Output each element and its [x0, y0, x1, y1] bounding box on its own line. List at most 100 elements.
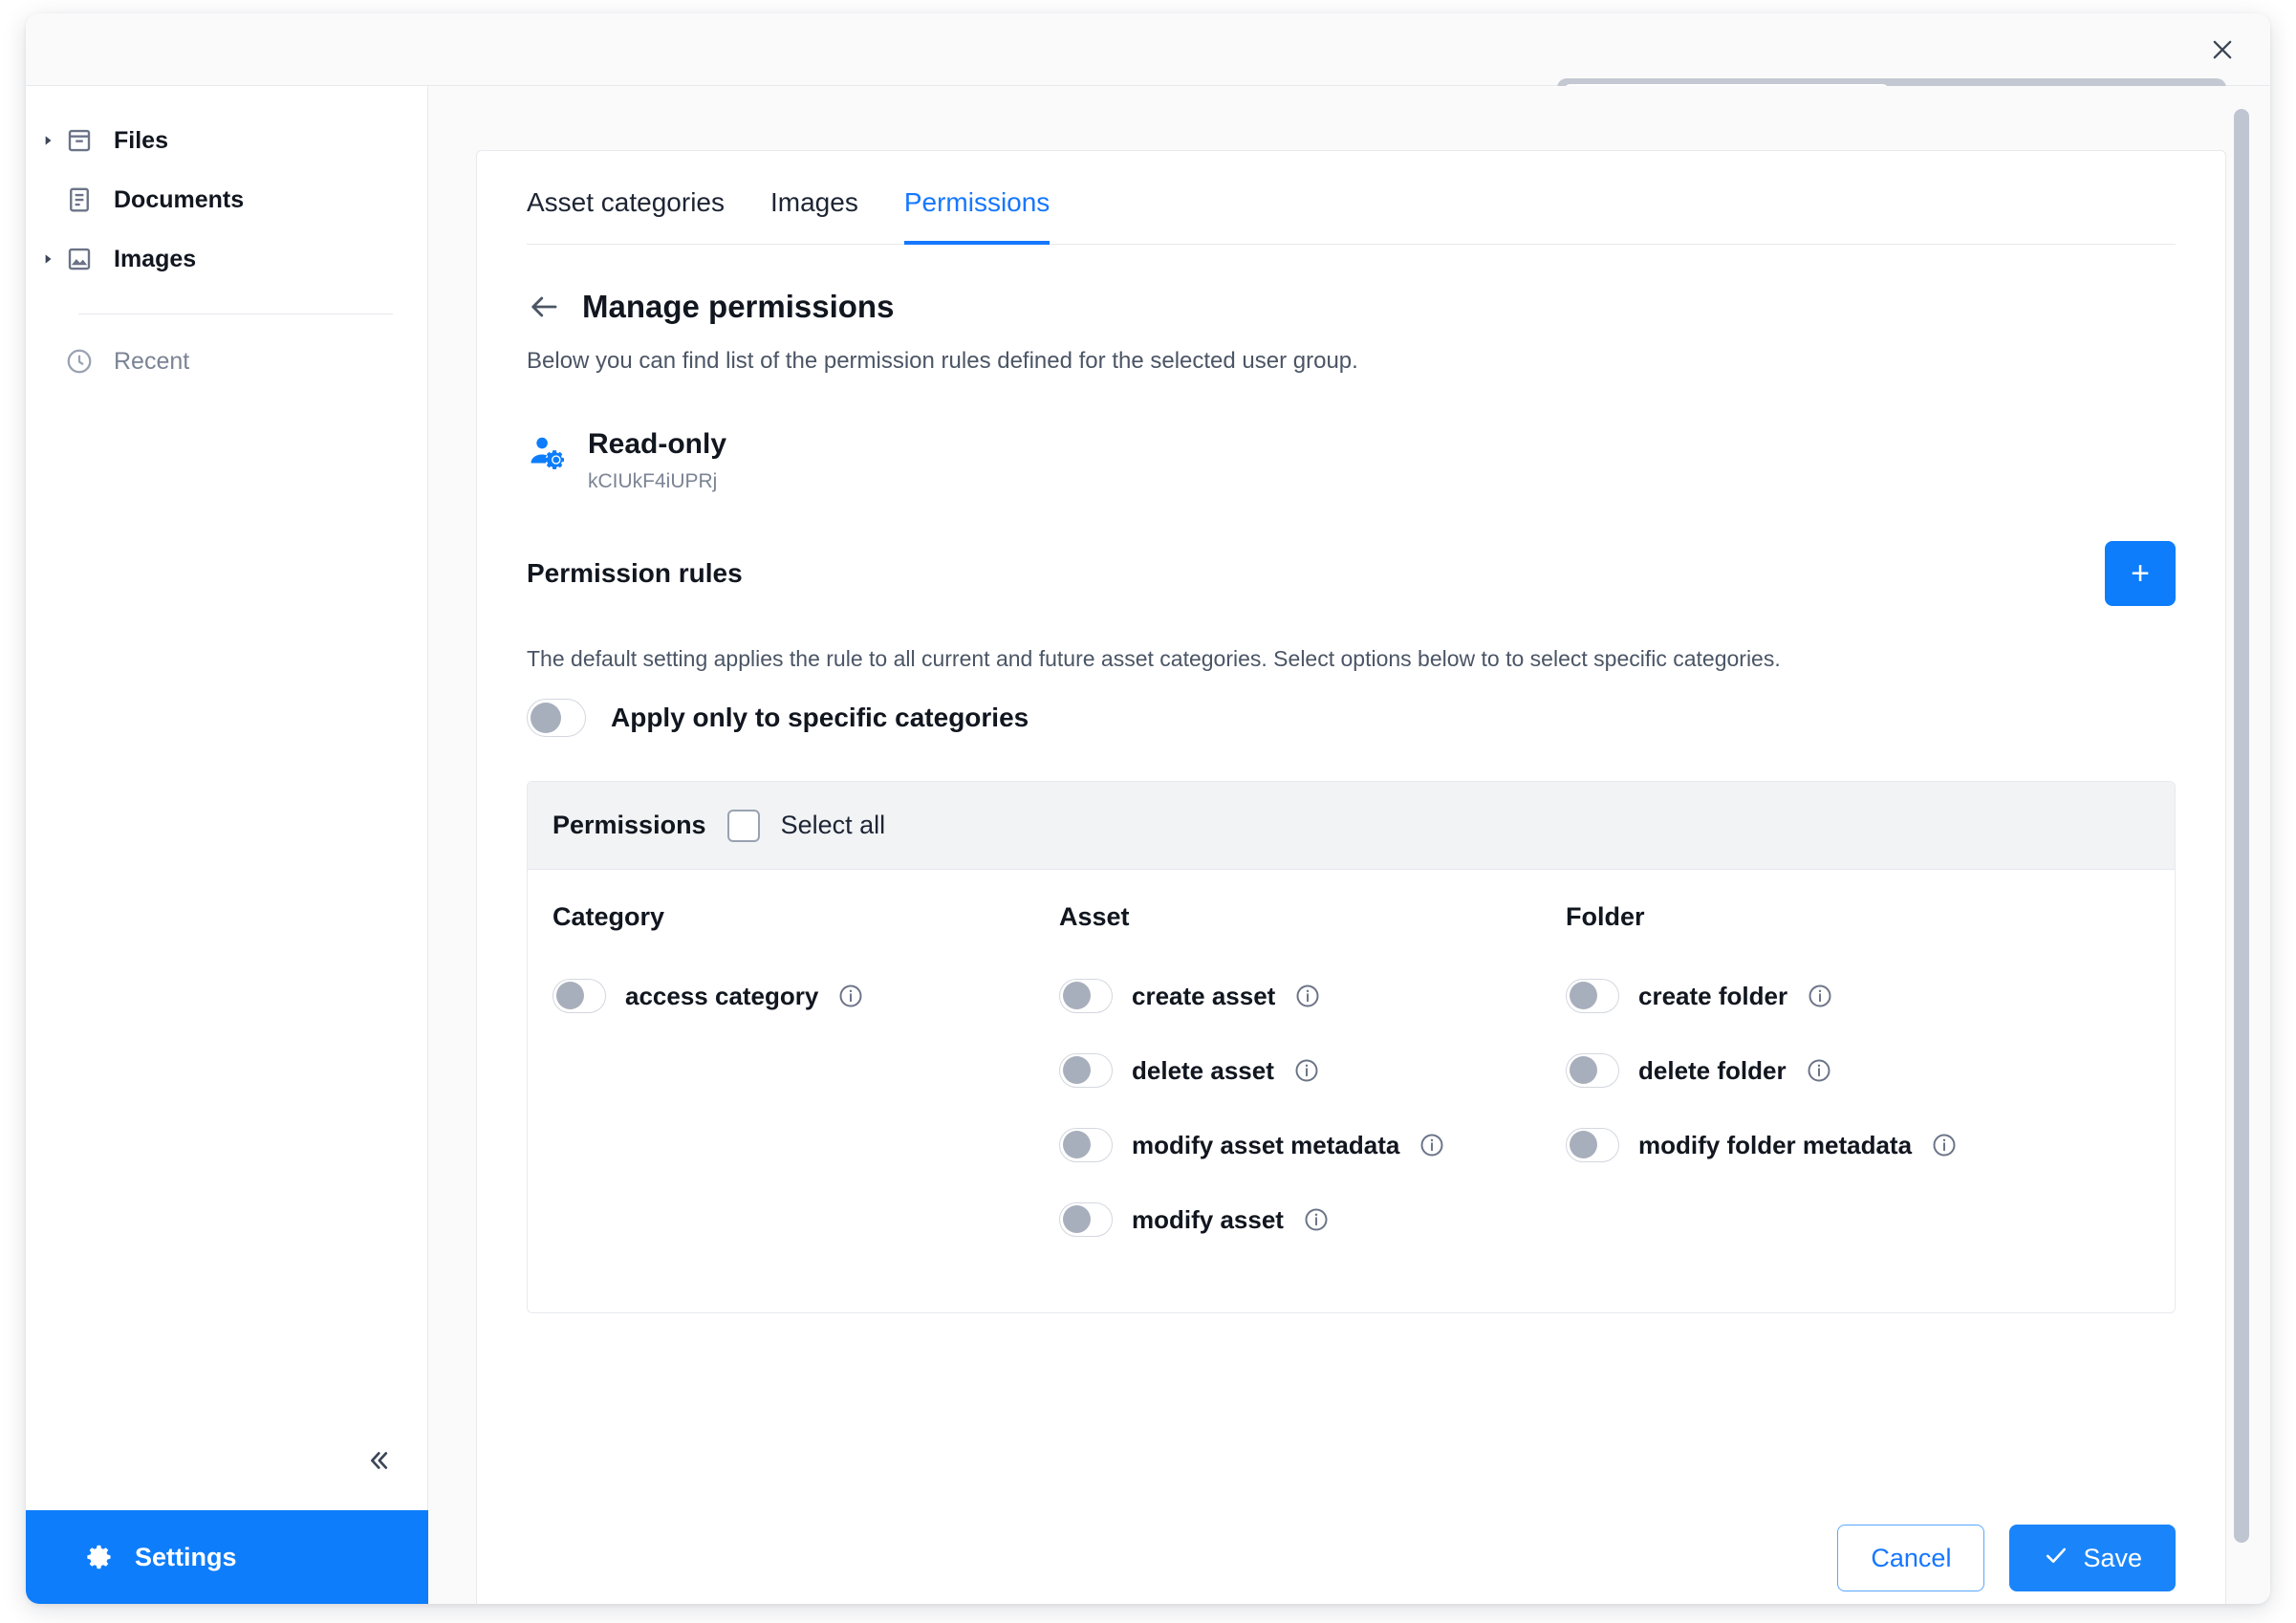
permissions-column-asset: Asset create asset delete asset modify a…	[1059, 902, 1566, 1257]
archive-icon	[64, 125, 95, 156]
user-group-summary: Read-only kCIUkF4iUPRj	[477, 375, 2225, 493]
arrow-left-icon[interactable]	[527, 290, 561, 324]
permission-row-create-asset: create asset	[1059, 959, 1566, 1033]
toggle-knob	[556, 982, 584, 1009]
permission-row-modify-folder-metadata: modify folder metadata	[1566, 1108, 2072, 1182]
toggle-delete-asset[interactable]	[1059, 1053, 1113, 1088]
sidebar-item-settings[interactable]: Settings	[26, 1510, 428, 1604]
page-title: Manage permissions	[582, 289, 895, 324]
select-all-checkbox[interactable]	[726, 809, 760, 842]
permission-rules-section: Permission rules + The default setting a…	[477, 541, 2225, 737]
apply-specific-categories-label: Apply only to specific categories	[611, 703, 1029, 732]
sidebar-nav-list: Files Documents Images Recent	[26, 86, 427, 391]
toggle-knob	[531, 703, 561, 733]
column-title-folder: Folder	[1566, 902, 1645, 931]
tab-images[interactable]: Images	[770, 187, 858, 245]
permission-row-delete-folder: delete folder	[1566, 1033, 2072, 1108]
close-icon[interactable]	[2199, 27, 2245, 73]
page-subtitle: Below you can find list of the permissio…	[527, 348, 1358, 374]
toggle-delete-folder[interactable]	[1566, 1053, 1619, 1088]
toggle-knob	[1063, 1131, 1091, 1158]
info-icon[interactable]	[1293, 1057, 1320, 1084]
page-header: Manage permissions Below you can find li…	[477, 245, 2225, 375]
sidebar-item-recent-label: Recent	[114, 347, 190, 375]
sidebar-item-documents-label: Documents	[114, 185, 245, 213]
sidebar-item-images[interactable]: Images	[26, 229, 427, 289]
permissions-columns: Category access category Asset create as…	[528, 870, 2175, 1312]
toggle-create-folder[interactable]	[1566, 979, 1619, 1013]
sidebar-item-files[interactable]: Files	[26, 111, 427, 170]
clock-icon	[64, 346, 95, 377]
tab-permissions[interactable]: Permissions	[903, 187, 1051, 245]
cancel-button[interactable]: Cancel	[1837, 1525, 1985, 1591]
toggle-knob	[1570, 1056, 1597, 1084]
toggle-knob	[1570, 1131, 1597, 1158]
permission-label: create folder	[1638, 981, 1788, 1010]
scrollbar-thumb[interactable]	[2234, 109, 2249, 1543]
info-icon[interactable]	[1419, 1132, 1445, 1158]
user-group-id: kCIUkF4iUPRj	[588, 470, 718, 492]
toggle-modify-folder-metadata[interactable]	[1566, 1128, 1619, 1162]
back-row: Manage permissions	[527, 289, 2176, 325]
save-button[interactable]: Save	[2009, 1525, 2176, 1591]
user-group-name: Read-only	[588, 428, 727, 460]
toggle-knob	[1063, 1056, 1091, 1084]
check-icon	[2043, 1542, 2069, 1575]
permission-row-access-category: access category	[552, 959, 1059, 1033]
save-button-label: Save	[2083, 1543, 2142, 1572]
tab-asset-categories[interactable]: Asset categories	[527, 187, 725, 245]
permission-label: delete folder	[1638, 1055, 1787, 1085]
permission-row-delete-asset: delete asset	[1059, 1033, 1566, 1108]
permission-label: create asset	[1132, 981, 1276, 1010]
window-titlebar	[26, 13, 2270, 86]
sidebar-item-documents[interactable]: Documents	[26, 170, 427, 229]
chevron-double-left-icon[interactable]	[357, 1439, 399, 1482]
permissions-panel-title: Permissions	[552, 811, 706, 839]
sidebar-item-recent[interactable]: Recent	[26, 332, 427, 391]
apply-specific-categories-row: Apply only to specific categories	[527, 699, 2176, 737]
toggle-knob	[1063, 982, 1091, 1009]
sidebar-item-settings-label: Settings	[135, 1542, 237, 1571]
permission-label: modify folder metadata	[1638, 1130, 1913, 1159]
chevron-right-icon[interactable]	[41, 134, 60, 147]
select-all-label: Select all	[780, 811, 886, 839]
permission-row-modify-asset: modify asset	[1059, 1182, 1566, 1257]
info-icon[interactable]	[837, 983, 864, 1009]
user-settings-icon	[527, 432, 567, 472]
toggle-knob	[1570, 982, 1597, 1009]
app-window: Workspace settings Superadmin	[26, 13, 2270, 1604]
main-scrollbar[interactable]	[2234, 109, 2249, 1547]
toggle-modify-asset-metadata[interactable]	[1059, 1128, 1113, 1162]
main-content: Asset categories Images Permissions Mana…	[428, 86, 2270, 1604]
add-rule-button[interactable]: +	[2105, 541, 2176, 606]
tab-asset-categories-label: Asset categories	[527, 187, 725, 217]
tab-images-label: Images	[770, 187, 858, 217]
info-icon[interactable]	[1303, 1206, 1330, 1233]
image-icon	[64, 244, 95, 274]
card-footer: Cancel Save	[1837, 1525, 2176, 1591]
column-title-asset: Asset	[1059, 902, 1130, 931]
permission-rules-header: Permission rules +	[527, 541, 2176, 606]
permission-label: modify asset	[1132, 1204, 1284, 1234]
column-title-category: Category	[552, 902, 665, 931]
document-icon	[64, 184, 95, 215]
sidebar: Files Documents Images Recent Settings	[26, 86, 428, 1604]
permissions-panel: Permissions Select all Category access c…	[527, 781, 2176, 1313]
info-icon[interactable]	[1294, 983, 1321, 1009]
permissions-card: Asset categories Images Permissions Mana…	[476, 150, 2226, 1604]
info-icon[interactable]	[1931, 1132, 1958, 1158]
apply-specific-categories-toggle[interactable]	[527, 699, 586, 737]
info-icon[interactable]	[1807, 983, 1833, 1009]
info-icon[interactable]	[1806, 1057, 1832, 1084]
tab-permissions-label: Permissions	[903, 187, 1051, 217]
chevron-right-icon[interactable]	[41, 252, 60, 266]
cancel-button-label: Cancel	[1871, 1543, 1952, 1572]
toggle-modify-asset[interactable]	[1059, 1202, 1113, 1237]
toggle-create-asset[interactable]	[1059, 979, 1113, 1013]
card-tabs: Asset categories Images Permissions	[527, 151, 2176, 245]
permission-row-modify-asset-metadata: modify asset metadata	[1059, 1108, 1566, 1182]
permissions-panel-header: Permissions Select all	[528, 782, 2175, 870]
gear-icon	[81, 1540, 116, 1574]
toggle-access-category[interactable]	[552, 979, 606, 1013]
permissions-column-folder: Folder create folder delete folder modif…	[1566, 902, 2072, 1257]
